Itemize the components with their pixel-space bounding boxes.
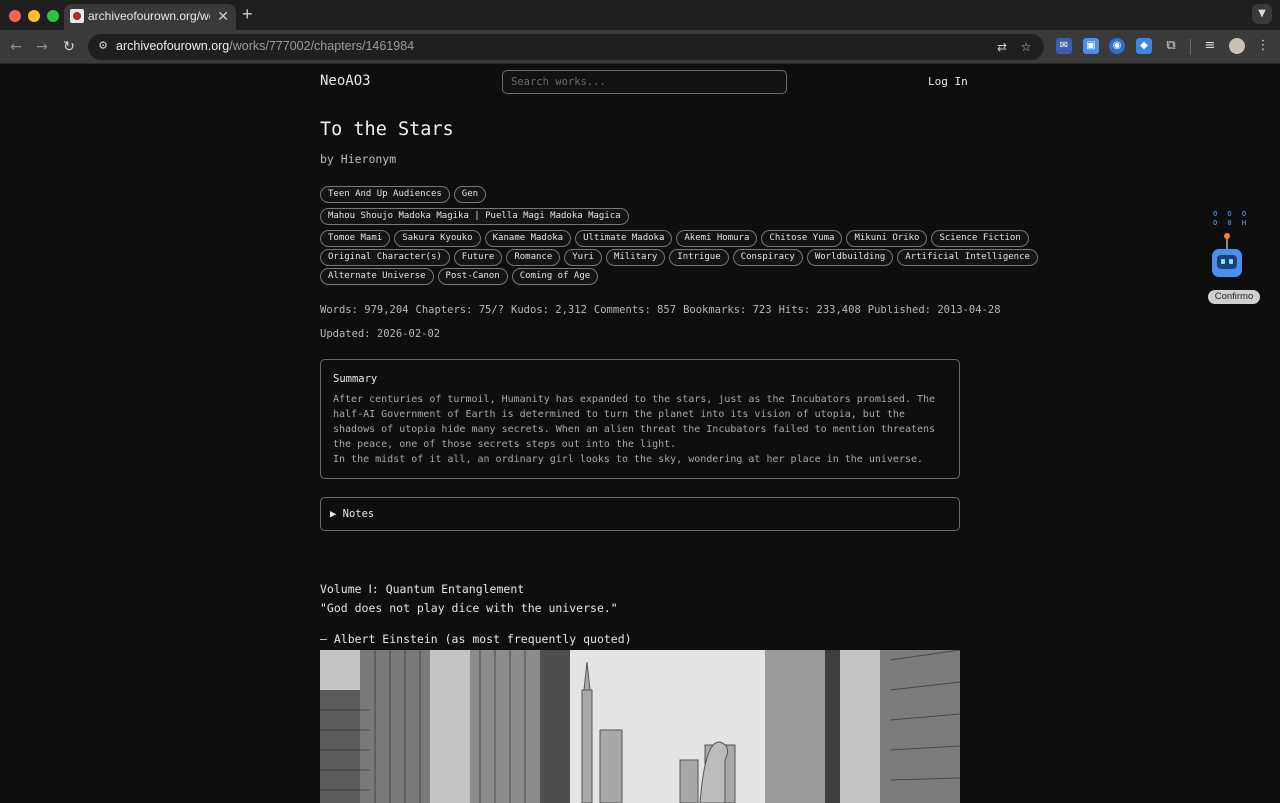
tag[interactable]: Science Fiction bbox=[931, 230, 1029, 247]
stat-hits: Hits: 233,408 bbox=[778, 304, 861, 316]
volume-heading: Volume Ⅰ: Quantum Entanglement bbox=[320, 582, 525, 596]
tag[interactable]: Tomoe Mami bbox=[320, 230, 391, 247]
robot-eye-icon bbox=[1229, 259, 1233, 264]
summary-paragraph: After centuries of turmoil, Humanity has… bbox=[333, 394, 936, 450]
tag[interactable]: Future bbox=[453, 249, 503, 266]
notes-disclosure[interactable]: ▶ Notes bbox=[320, 497, 960, 531]
chapter-illustration bbox=[320, 650, 960, 803]
tag[interactable]: Coming of Age bbox=[511, 268, 599, 285]
tag[interactable]: Chitose Yuma bbox=[761, 230, 843, 247]
tag[interactable]: Gen bbox=[453, 186, 487, 203]
reading-list-icon[interactable]: ≡ bbox=[1202, 38, 1218, 54]
rating-tags: Teen And Up Audiences Gen bbox=[320, 186, 487, 203]
tag[interactable]: Sakura Kyouko bbox=[394, 230, 481, 247]
summary-heading: Summary bbox=[333, 373, 378, 385]
stat-bookmarks: Bookmarks: 723 bbox=[683, 304, 772, 316]
tag[interactable]: Alternate Universe bbox=[320, 268, 434, 285]
address-bar[interactable]: ⚙ archiveofourown.org/works/777002/chapt… bbox=[88, 34, 1044, 60]
new-tab-button[interactable]: + bbox=[242, 5, 253, 23]
pin-extension-icon[interactable]: ◆ bbox=[1136, 38, 1152, 54]
summary-box: Summary After centuries of turmoil, Huma… bbox=[320, 359, 960, 479]
work-title: To the Stars bbox=[320, 119, 454, 140]
login-link[interactable]: Log In bbox=[928, 75, 968, 88]
robot-antenna-icon bbox=[1224, 233, 1230, 249]
minimize-window-button[interactable] bbox=[28, 10, 40, 22]
page-content: NeoAO3 Log In To the Stars by Hieronym T… bbox=[0, 65, 1280, 803]
tag[interactable]: Ultimate Madoka bbox=[575, 230, 673, 247]
stat-published: Published: 2013-04-28 bbox=[867, 304, 1001, 316]
additional-tags: Alternate Universe Post-Canon Coming of … bbox=[320, 268, 599, 285]
url-host: archiveofourown.org bbox=[116, 39, 230, 53]
robot-icon bbox=[1212, 249, 1242, 277]
stat-updated: Updated: 2026-02-02 bbox=[320, 328, 441, 340]
city-skyline-illustration bbox=[320, 650, 960, 803]
profile-extension-icon[interactable]: ▣ bbox=[1083, 38, 1099, 54]
tag[interactable]: Kaname Madoka bbox=[484, 230, 572, 247]
ao3-favicon-icon bbox=[70, 9, 84, 23]
tag[interactable]: Artificial Intelligence bbox=[897, 249, 1038, 266]
robot-eye-icon bbox=[1221, 259, 1225, 264]
tag[interactable]: Intrigue bbox=[669, 249, 729, 266]
character-tags: Tomoe Mami Sakura Kyouko Kaname Madoka U… bbox=[320, 230, 1029, 247]
summary-paragraph: In the midst of it all, an ordinary girl… bbox=[333, 454, 924, 465]
confirmo-widget[interactable]: O O O O 0 H Confirmo bbox=[1205, 210, 1261, 305]
confirmo-label[interactable]: Confirmo bbox=[1208, 290, 1260, 304]
extensions-puzzle-icon[interactable]: ⧉ bbox=[1163, 38, 1179, 54]
translate-icon[interactable]: ⇄ bbox=[994, 39, 1010, 55]
site-settings-icon[interactable]: ⚙ bbox=[96, 39, 110, 53]
freeform-tags: Original Character(s) Future Romance Yur… bbox=[320, 249, 1038, 266]
url-text[interactable]: archiveofourown.org/works/777002/chapter… bbox=[116, 39, 414, 53]
work-stats: Words: 979,204 Chapters: 75/? Kudos: 2,312… bbox=[320, 304, 1008, 316]
widget-glyphs: O O O O 0 H bbox=[1213, 210, 1250, 227]
tag[interactable]: Mahou Shoujo Madoka Magika | Puella Magi… bbox=[320, 208, 629, 225]
tag[interactable]: Worldbuilding bbox=[806, 249, 894, 266]
browser-tab-active[interactable]: archiveofourown.org/works/7 ✕ bbox=[64, 4, 236, 30]
author-byline[interactable]: by Hieronym bbox=[320, 152, 396, 166]
stat-comments: Comments: 857 bbox=[593, 304, 677, 316]
tag[interactable]: Military bbox=[605, 249, 666, 266]
browser-tab-bar: archiveofourown.org/works/7 ✕ + ▼ bbox=[0, 0, 1280, 30]
epigraph-attribution: — Albert Einstein (as most frequently qu… bbox=[320, 632, 632, 646]
stat-kudos: Kudos: 2,312 bbox=[511, 304, 587, 316]
forward-arrow-icon[interactable]: → bbox=[33, 38, 51, 56]
globe-extension-icon[interactable]: ◉ bbox=[1109, 38, 1125, 54]
tag[interactable]: Original Character(s) bbox=[320, 249, 450, 266]
tag[interactable]: Yuri bbox=[564, 249, 602, 266]
tab-title: archiveofourown.org/works/7 bbox=[88, 9, 210, 23]
fandom-tags: Mahou Shoujo Madoka Magika | Puella Magi… bbox=[320, 208, 629, 225]
bookmark-star-icon[interactable]: ☆ bbox=[1018, 39, 1034, 55]
tag[interactable]: Teen And Up Audiences bbox=[320, 186, 450, 203]
epigraph-quote: "God does not play dice with the univers… bbox=[320, 601, 618, 615]
profile-avatar[interactable] bbox=[1229, 38, 1245, 54]
url-path: /works/777002/chapters/1461984 bbox=[229, 39, 415, 53]
mail-extension-icon[interactable]: ✉ bbox=[1056, 38, 1072, 54]
maximize-window-button[interactable] bbox=[47, 10, 59, 22]
tab-close-icon[interactable]: ✕ bbox=[217, 8, 229, 24]
stat-chapters: Chapters: 75/? bbox=[415, 304, 505, 316]
tag[interactable]: Mikuni Oriko bbox=[846, 230, 928, 247]
tag[interactable]: Post-Canon bbox=[437, 268, 508, 285]
browser-menu-icon[interactable]: ⋮ bbox=[1255, 38, 1271, 54]
close-window-button[interactable] bbox=[9, 10, 21, 22]
stat-words: Words: 979,204 bbox=[320, 304, 409, 316]
tag[interactable]: Romance bbox=[506, 249, 561, 266]
search-input[interactable] bbox=[502, 70, 787, 94]
site-logo[interactable]: NeoAO3 bbox=[320, 73, 371, 89]
tag[interactable]: Akemi Homura bbox=[676, 230, 758, 247]
back-arrow-icon[interactable]: ← bbox=[7, 38, 25, 56]
tab-search-chevron-icon[interactable]: ▼ bbox=[1252, 4, 1272, 24]
tag[interactable]: Conspiracy bbox=[732, 249, 803, 266]
robot-face-icon bbox=[1217, 255, 1237, 269]
toolbar-divider bbox=[1190, 39, 1191, 55]
reload-icon[interactable]: ↻ bbox=[60, 38, 78, 56]
